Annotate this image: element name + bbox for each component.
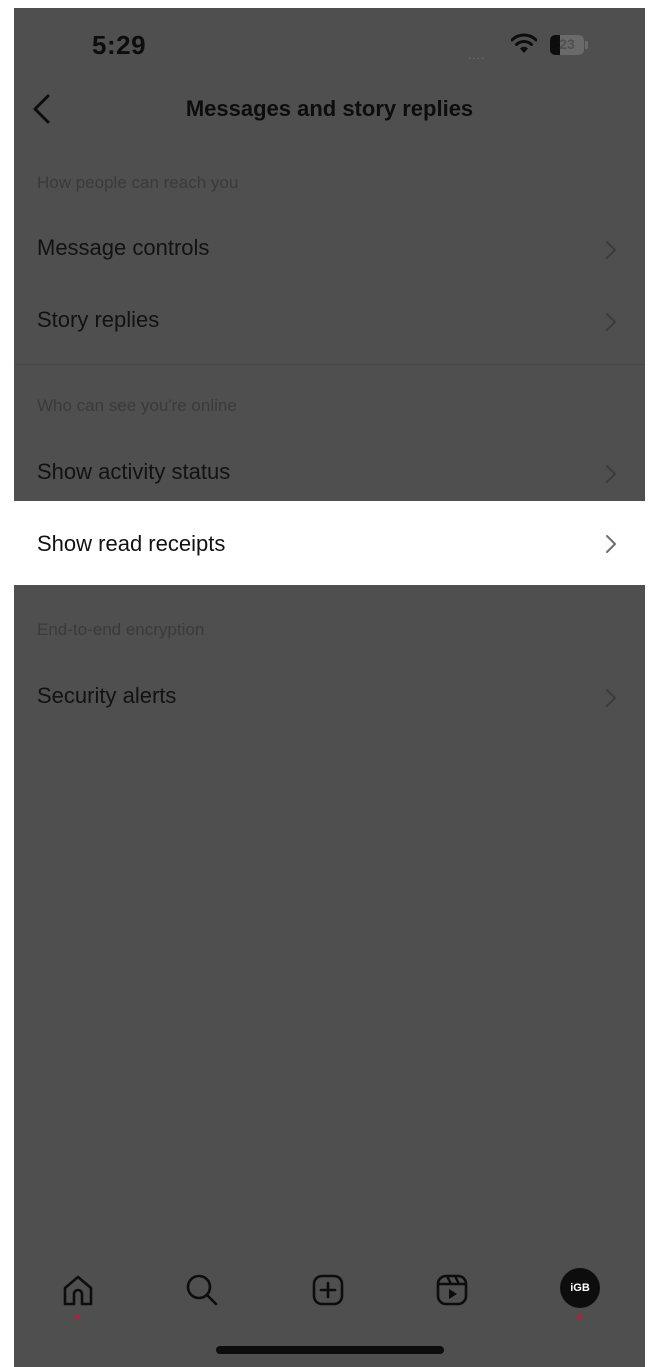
chevron-right-icon <box>606 689 616 707</box>
section-divider <box>14 364 645 365</box>
row-label: Show read receipts <box>37 531 226 556</box>
chevron-right-icon <box>606 313 616 331</box>
search-icon <box>186 1274 218 1306</box>
row-story-replies[interactable]: Story replies <box>14 285 645 357</box>
notification-dot <box>577 1314 582 1319</box>
tab-profile[interactable]: iGB <box>550 1264 610 1324</box>
row-label: Security alerts <box>37 683 177 708</box>
page-title: Messages and story replies <box>185 96 474 121</box>
battery-level: 23 <box>559 36 575 52</box>
home-icon <box>63 1275 93 1306</box>
row-security-alerts[interactable]: Security alerts <box>14 661 645 733</box>
tab-create[interactable] <box>298 1264 358 1324</box>
row-show-read-receipts[interactable]: Show read receipts <box>14 501 645 585</box>
row-label: Story replies <box>37 307 160 332</box>
chevron-right-icon <box>606 465 616 483</box>
section-header-encryption: End-to-end encryption <box>37 620 205 639</box>
tab-search[interactable] <box>172 1264 232 1324</box>
tab-reels[interactable] <box>422 1264 482 1324</box>
chevron-right-icon <box>606 241 616 259</box>
profile-avatar: iGB <box>560 1268 600 1308</box>
reels-icon <box>436 1274 468 1306</box>
row-message-controls[interactable]: Message controls <box>14 213 645 285</box>
row-label: Show activity status <box>37 459 231 484</box>
section-header-online: Who can see you're online <box>37 396 237 415</box>
section-header-reach: How people can reach you <box>37 173 239 192</box>
battery-icon: 23 <box>550 35 590 55</box>
status-time: 5:29 <box>92 30 147 60</box>
signal-icon: .... <box>468 48 486 62</box>
row-label: Message controls <box>37 235 210 260</box>
notification-dot <box>75 1314 80 1319</box>
page: 5:29 .... 23 Messages and story replies … <box>0 0 651 1367</box>
wifi-icon <box>511 33 537 53</box>
row-show-activity-status[interactable]: Show activity status <box>14 437 645 509</box>
phone-screen: 5:29 .... 23 Messages and story replies … <box>14 8 645 1367</box>
create-post-icon <box>312 1274 344 1306</box>
tab-home[interactable] <box>48 1264 108 1324</box>
chevron-right-icon <box>606 535 616 553</box>
home-indicator <box>216 1346 444 1354</box>
